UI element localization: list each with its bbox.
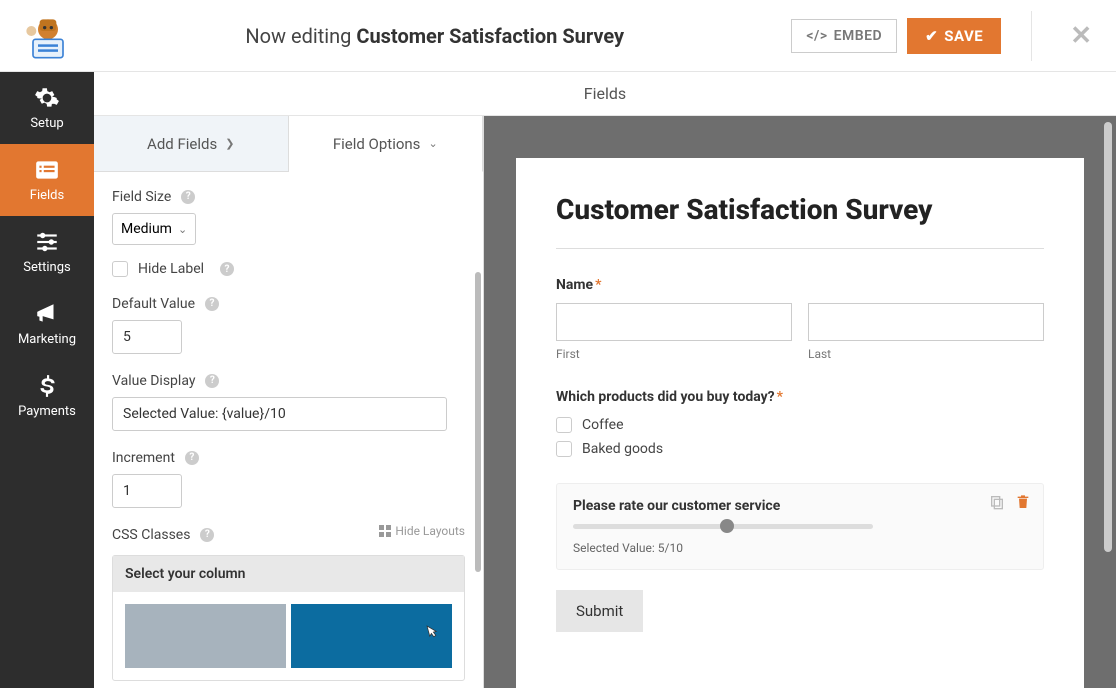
chevron-down-icon: ⌄ [178, 223, 187, 236]
tab-field-options[interactable]: Field Options ⌄ [289, 116, 484, 172]
hide-label-text: Hide Label [138, 261, 204, 277]
duplicate-icon[interactable] [989, 494, 1005, 510]
grid-icon [379, 525, 391, 537]
cursor-icon [422, 623, 440, 646]
field-size-select[interactable]: Medium ⌄ [112, 213, 196, 245]
sliders-icon [34, 229, 60, 255]
app-logo[interactable] [18, 11, 78, 61]
sidebar-item-label: Payments [18, 404, 76, 419]
help-icon[interactable]: ? [185, 451, 199, 465]
divider [1031, 11, 1032, 61]
scrollbar[interactable] [1104, 122, 1112, 688]
dollar-icon [34, 373, 60, 399]
chevron-right-icon: ❯ [225, 137, 234, 150]
first-sublabel: First [556, 347, 792, 361]
default-value-label: Default Value [112, 296, 195, 312]
options-panel: Add Fields ❯ Field Options ⌄ Field Size … [94, 116, 484, 688]
product-checkbox[interactable] [556, 417, 572, 433]
increment-label: Increment [112, 450, 175, 466]
product-checkbox[interactable] [556, 441, 572, 457]
sidebar-item-label: Setup [30, 116, 63, 131]
close-icon[interactable]: ✕ [1070, 21, 1098, 51]
name-label: Name* [556, 277, 1044, 293]
slider-thumb[interactable] [720, 519, 734, 533]
product-option-label: Baked goods [582, 441, 663, 457]
layout-option-2[interactable] [291, 604, 452, 668]
sidebar-item-label: Fields [30, 188, 64, 203]
scrollbar[interactable] [475, 272, 481, 572]
page-title: Now editing Customer Satisfaction Survey [78, 24, 791, 48]
check-icon: ✔ [925, 27, 938, 45]
chevron-down-icon: ⌄ [428, 137, 437, 150]
slider-field[interactable]: Please rate our customer service Selecte… [556, 483, 1044, 570]
form-title: Customer Satisfaction Survey [556, 194, 1044, 226]
embed-button[interactable]: </> EMBED [791, 19, 897, 53]
field-size-label: Field Size [112, 189, 171, 205]
hide-layouts-toggle[interactable]: Hide Layouts [379, 524, 465, 538]
default-value-input[interactable] [112, 320, 182, 354]
last-name-input[interactable] [808, 303, 1044, 341]
top-actions: </> EMBED ✔ SAVE ✕ [791, 11, 1098, 61]
topbar: Now editing Customer Satisfaction Survey… [0, 0, 1116, 72]
sidebar-item-payments[interactable]: Payments [0, 360, 94, 432]
trash-icon[interactable] [1015, 494, 1031, 510]
submit-button[interactable]: Submit [556, 590, 643, 632]
sidebar-item-label: Settings [23, 260, 70, 275]
list-icon [34, 157, 60, 183]
gear-icon [34, 85, 60, 111]
products-label: Which products did you buy today?* [556, 389, 1044, 405]
value-display-label: Value Display [112, 373, 195, 389]
help-icon[interactable]: ? [220, 262, 234, 276]
code-icon: </> [806, 28, 827, 44]
sidebar-item-setup[interactable]: Setup [0, 72, 94, 144]
increment-input[interactable] [112, 474, 182, 508]
megaphone-icon [34, 301, 60, 327]
divider [556, 248, 1044, 249]
help-icon[interactable]: ? [181, 190, 195, 204]
product-option-label: Coffee [582, 417, 624, 433]
sidebar: Setup Fields Settings Marketing Payments [0, 72, 94, 688]
slider-label: Please rate our customer service [573, 498, 1027, 514]
last-sublabel: Last [808, 347, 1044, 361]
help-icon[interactable]: ? [205, 374, 219, 388]
help-icon[interactable]: ? [200, 528, 214, 542]
sidebar-item-label: Marketing [18, 332, 76, 347]
first-name-input[interactable] [556, 303, 792, 341]
slider-track[interactable] [573, 524, 873, 529]
form-preview: Customer Satisfaction Survey Name* First… [484, 116, 1116, 688]
tab-add-fields[interactable]: Add Fields ❯ [94, 116, 289, 172]
layout-option-1[interactable] [125, 604, 286, 668]
section-header: Fields [94, 72, 1116, 116]
slider-value-display: Selected Value: 5/10 [573, 541, 1027, 555]
save-button[interactable]: ✔ SAVE [907, 18, 1001, 54]
sidebar-item-settings[interactable]: Settings [0, 216, 94, 288]
help-icon[interactable]: ? [205, 297, 219, 311]
hide-label-checkbox[interactable] [112, 261, 128, 277]
sidebar-item-fields[interactable]: Fields [0, 144, 94, 216]
value-display-input[interactable] [112, 397, 447, 431]
css-classes-label: CSS Classes [112, 527, 190, 543]
layout-header: Select your column [113, 556, 464, 592]
sidebar-item-marketing[interactable]: Marketing [0, 288, 94, 360]
